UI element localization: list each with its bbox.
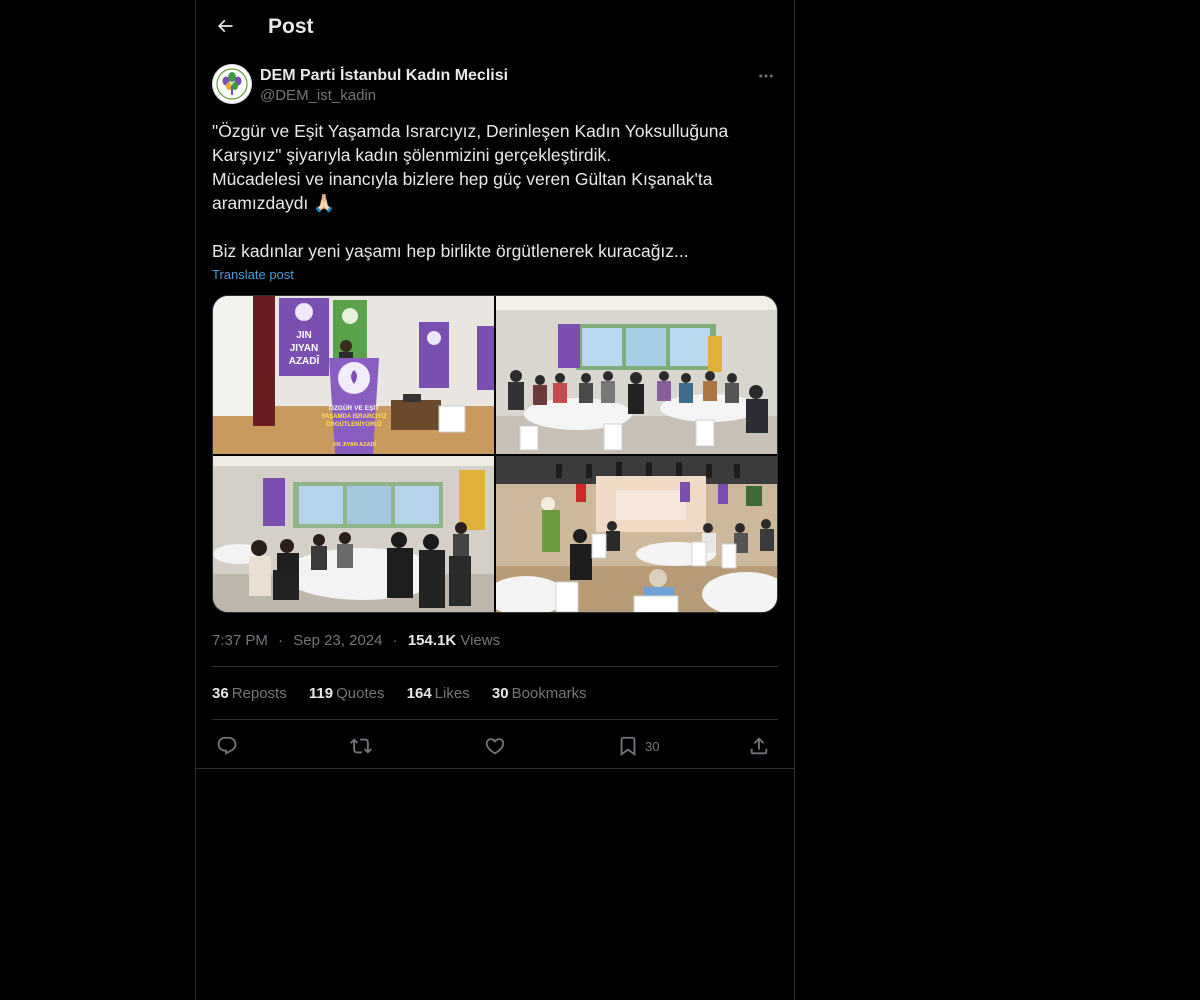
bookmark-icon [620, 736, 636, 757]
bookmarks-stat[interactable]: 30 Bookmarks [492, 684, 587, 704]
reposts-stat[interactable]: 36 Reposts [212, 684, 287, 704]
divider-top [212, 666, 778, 667]
post-meta: 7:37 PM · Sep 23, 2024 · 154.1K Views [212, 631, 500, 651]
likes-stat[interactable]: 164 Likes [407, 684, 470, 704]
quotes-stat[interactable]: 119 Quotes [309, 684, 385, 704]
podium-text-line-4: JIN JIYAN AZADÎ [332, 440, 376, 448]
meta-separator: · [392, 632, 398, 649]
views-count: 154.1K [407, 632, 457, 649]
banner-text-line-1: JIN [296, 330, 312, 341]
author-row: DEM Parti İstanbul Kadın Meclisi @DEM_is… [212, 64, 778, 108]
repost-button[interactable] [350, 733, 372, 759]
repost-icon [350, 738, 372, 754]
author-name[interactable]: DEM Parti İstanbul Kadın Meclisi [260, 66, 508, 86]
arrow-left-icon [217, 19, 233, 33]
divider-bottom [196, 768, 794, 769]
back-button[interactable] [208, 9, 242, 43]
reply-icon [217, 736, 237, 755]
photo-audience-tables[interactable] [496, 296, 777, 454]
translate-post-link[interactable]: Translate post [212, 265, 294, 285]
page-title: Post [268, 15, 314, 38]
author-handle[interactable]: @DEM_ist_kadin [260, 86, 376, 106]
page-header: Post [196, 0, 794, 53]
divider-middle [212, 719, 778, 720]
like-button[interactable] [484, 733, 506, 759]
action-bar: 30 [212, 733, 778, 759]
more-horizontal-icon [759, 74, 773, 78]
podium-text-line-1: ÖZGÜR VE EŞİT [329, 403, 379, 412]
post-column: Post DEM Parti İstanbul Kadın Meclisi @D… [195, 0, 795, 1000]
bookmark-count: 30 [645, 738, 660, 754]
photo-speaker-podium[interactable]: JIN JIYAN AZADÎ ÖZGÜR VE EŞİT YAŞAMDA IS… [213, 296, 494, 454]
post-stats: 36 Reposts 119 Quotes 164 Likes 30 Bookmarks [212, 684, 605, 704]
post-text: "Özgür ve Eşit Yaşamda Israrcıyız, Derin… [212, 121, 729, 261]
bookmark-button[interactable]: 30 [617, 733, 659, 759]
like-icon [485, 738, 505, 755]
photo-round-table[interactable] [213, 456, 494, 612]
views-label: Views [460, 632, 501, 649]
podium-text-line-2: YAŞAMDA ISRARCIYIZ [321, 414, 387, 420]
meta-separator: · [278, 632, 284, 649]
reply-button[interactable] [216, 733, 238, 759]
post-date[interactable]: Sep 23, 2024 [293, 632, 382, 649]
media-grid: JIN JIYAN AZADÎ ÖZGÜR VE EŞİT YAŞAMDA IS… [212, 295, 778, 613]
banner-text-line-2: JIYAN [290, 343, 319, 354]
post-time[interactable]: 7:37 PM [212, 632, 268, 649]
banner-text-line-3: AZADÎ [289, 354, 321, 367]
share-icon [750, 737, 768, 755]
share-button[interactable] [748, 733, 770, 759]
avatar[interactable] [212, 64, 252, 104]
more-button[interactable] [754, 64, 778, 88]
photo-banquet-hall[interactable] [496, 456, 777, 612]
podium-text-line-3: ÖRGÜTLENİYORUZ [326, 421, 383, 428]
